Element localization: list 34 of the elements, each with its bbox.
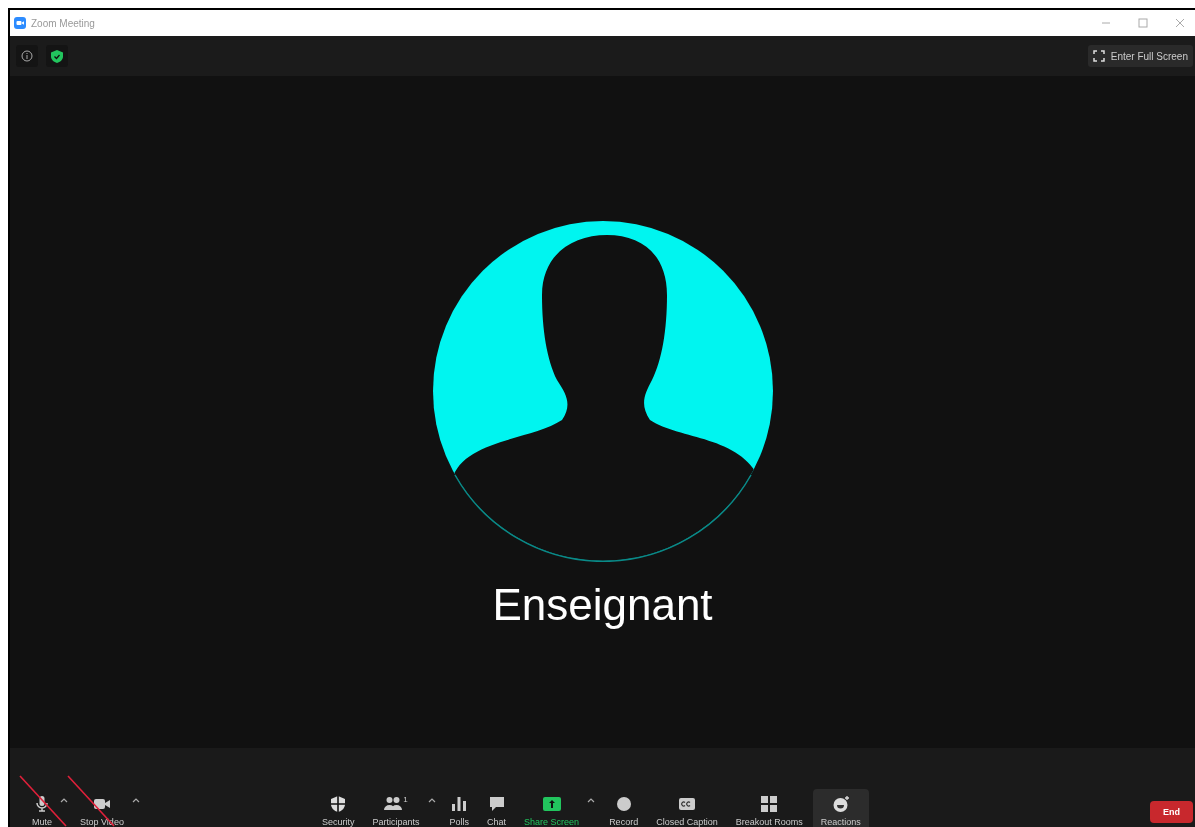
- toolbar-button[interactable]: Closed Caption: [648, 789, 726, 827]
- toolbar-button[interactable]: 1 Participants: [364, 789, 428, 827]
- caret-icon[interactable]: [427, 798, 436, 803]
- people-icon: [384, 795, 403, 813]
- info-button[interactable]: [16, 45, 38, 67]
- caret-icon[interactable]: [131, 798, 140, 803]
- fullscreen-icon: [1092, 50, 1105, 62]
- toolbar-button[interactable]: Chat: [479, 789, 515, 827]
- app-logo-icon: [14, 17, 26, 29]
- smiley-icon: [831, 795, 850, 813]
- toolbar-button[interactable]: Record: [601, 789, 647, 827]
- window-title: Zoom Meeting: [31, 17, 95, 29]
- toolbar-button[interactable]: Reactions: [812, 789, 869, 827]
- microphone-icon: [33, 795, 51, 813]
- shield-icon: [51, 49, 63, 63]
- record-icon: [614, 795, 633, 813]
- security-status-button[interactable]: [46, 45, 68, 67]
- chat-bubble-icon: [487, 795, 506, 813]
- toolbar-button[interactable]: Breakout Rooms: [727, 789, 811, 827]
- shield-icon: [329, 795, 348, 813]
- bar-chart-icon: [450, 795, 469, 813]
- info-icon: [21, 50, 33, 62]
- toolbar-button[interactable]: Share Screen: [516, 789, 588, 827]
- end-button[interactable]: End: [1150, 801, 1193, 823]
- participant-name: Enseignant: [492, 580, 713, 630]
- caret-icon[interactable]: [587, 798, 596, 803]
- share-screen-icon: [542, 795, 561, 813]
- grid-icon: [760, 795, 779, 813]
- toolbar-button[interactable]: Polls: [441, 789, 478, 827]
- caret-icon[interactable]: [60, 798, 68, 803]
- toolbar-button[interactable]: Security: [314, 789, 363, 827]
- full-screen-button[interactable]: Enter Full Screen: [1087, 45, 1193, 67]
- toolbar-button[interactable]: Mute: [24, 789, 60, 827]
- caption-icon: [677, 795, 696, 813]
